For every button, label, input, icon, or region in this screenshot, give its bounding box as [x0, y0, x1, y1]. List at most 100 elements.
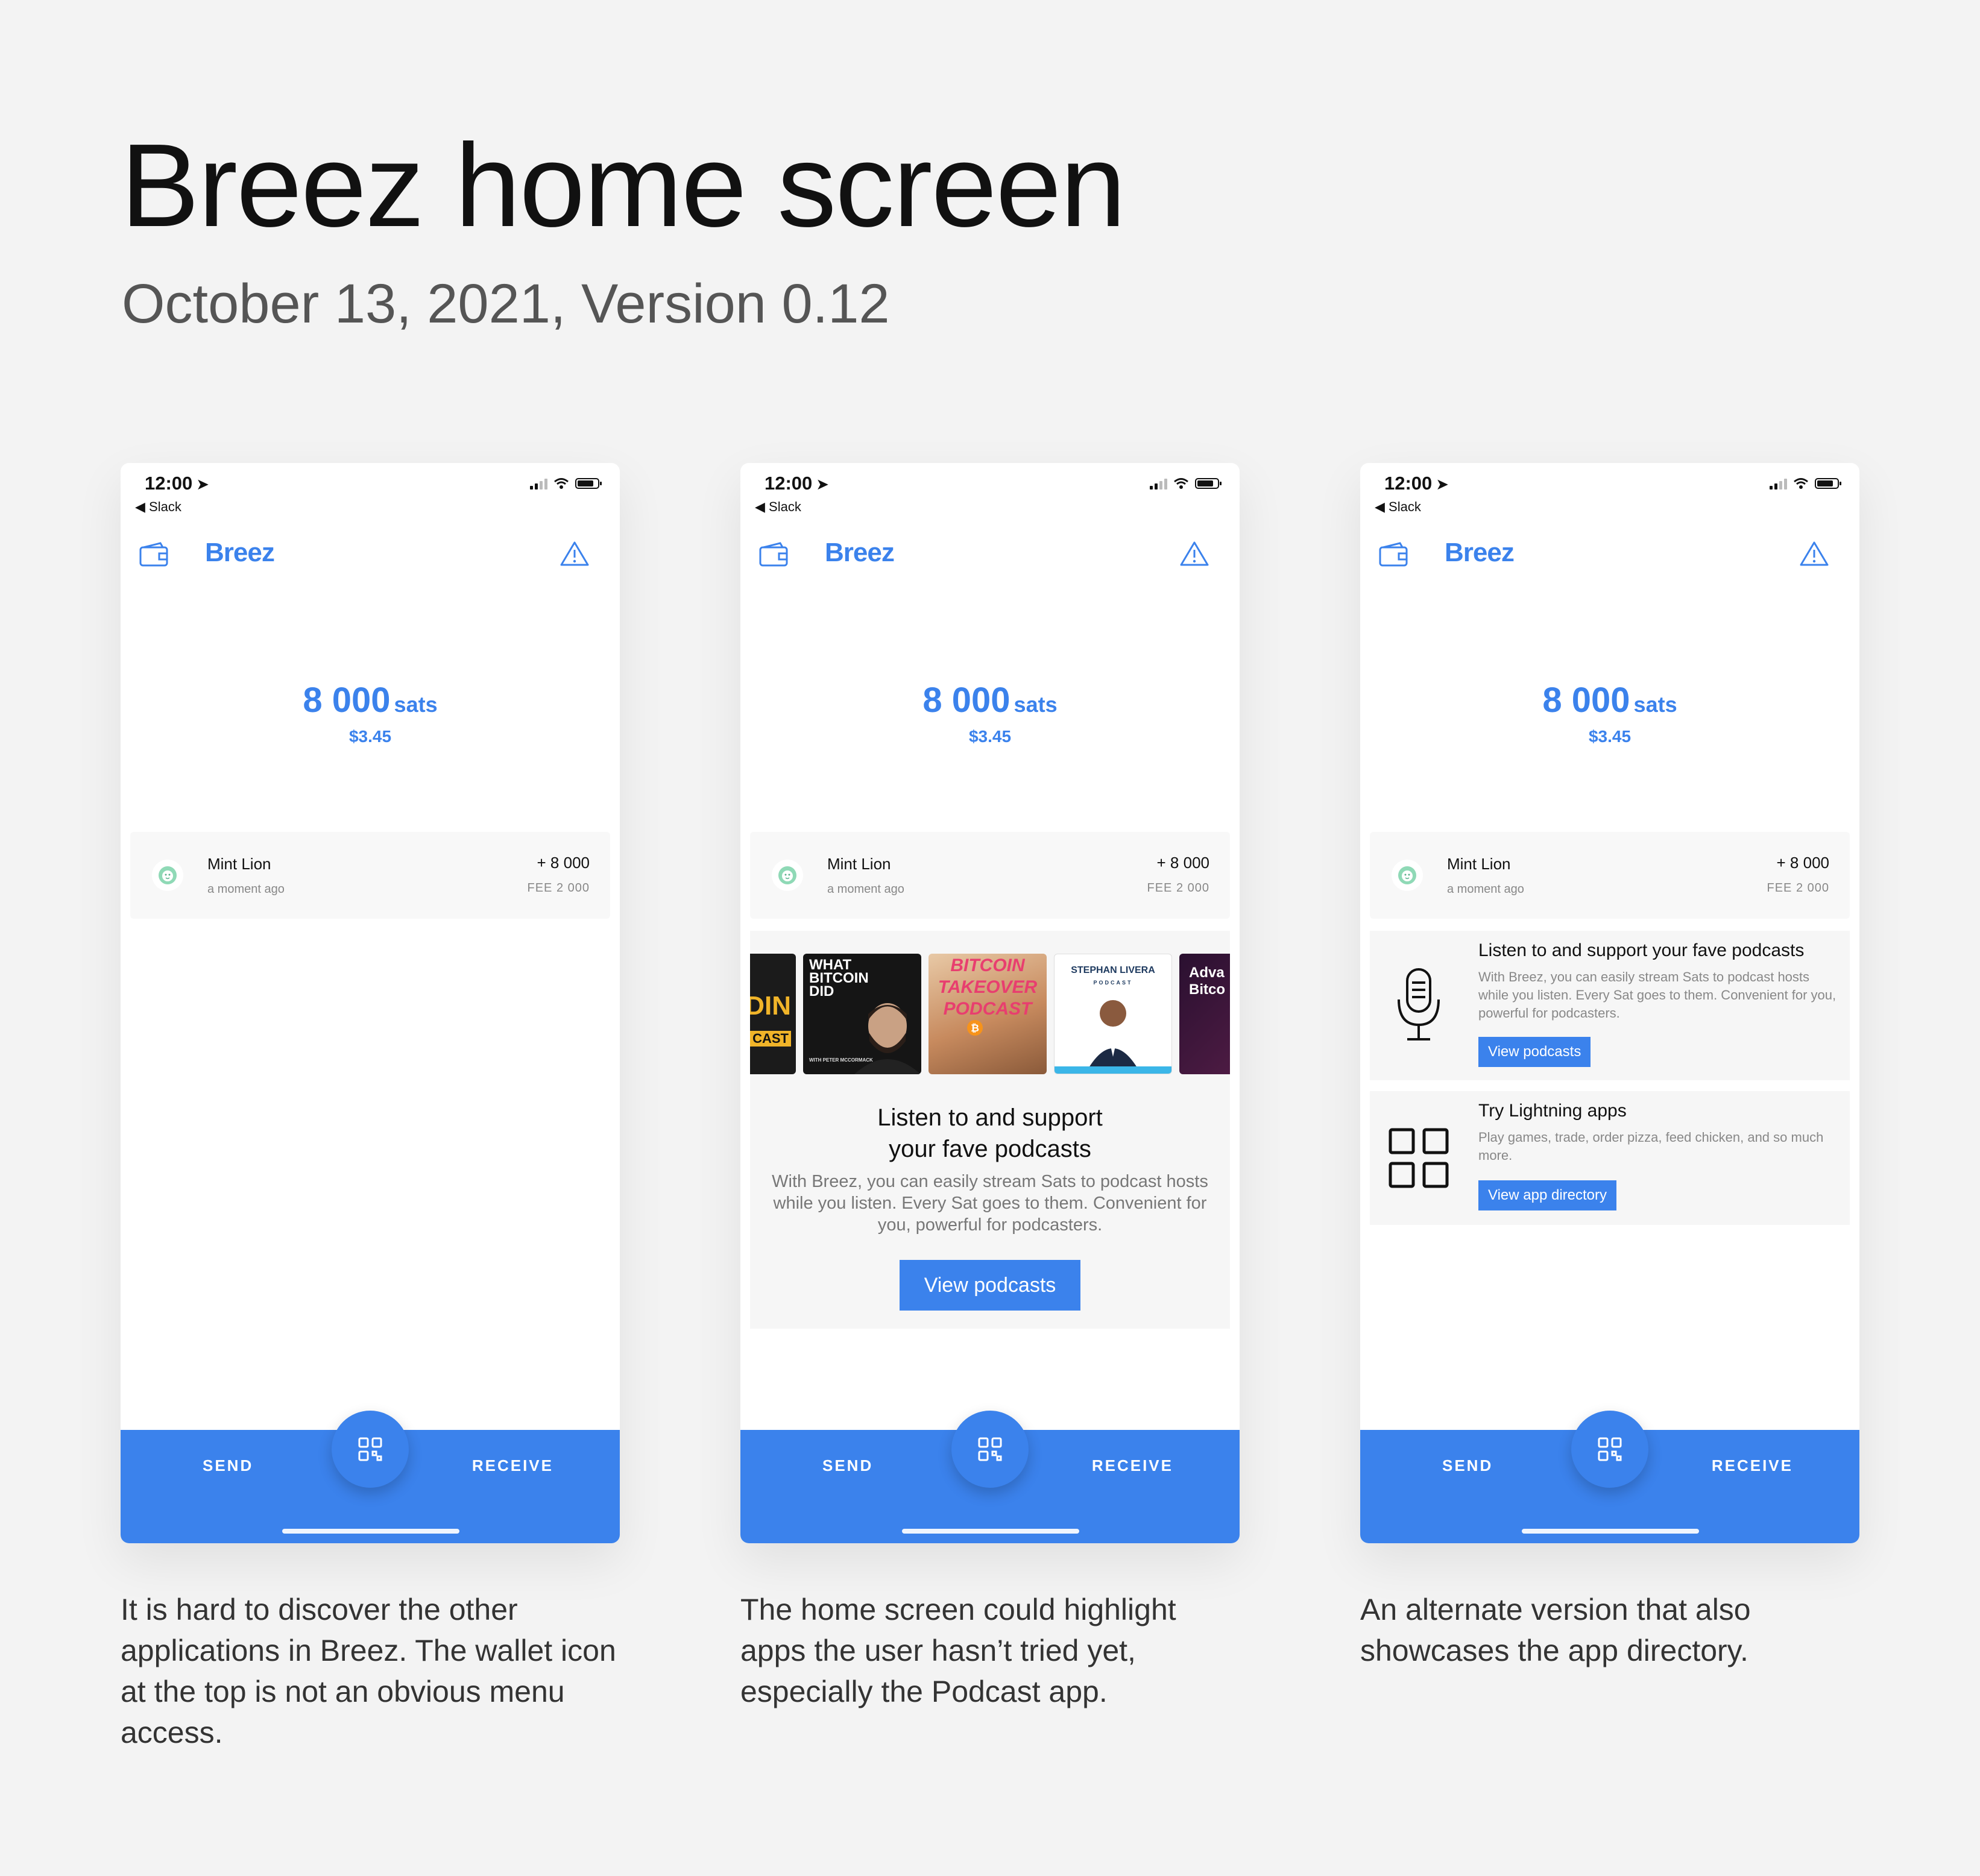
podcast-cover-carousel[interactable]: DIN CAST WHAT BITCOIN DID WITH PETER MCC… [750, 954, 1230, 1074]
app-grid-icon [1389, 1128, 1449, 1188]
phone-screen-app-directory: 12:00 ➤ ◀ Slack Breez 8 000 sats $3.45 Min… [1360, 463, 1859, 1543]
podcast-cover[interactable]: Adva Bitco [1179, 954, 1230, 1074]
promo-description: With Breez, you can easily stream Sats t… [772, 1172, 1208, 1235]
transaction-fee: FEE 2 000 [1767, 881, 1829, 895]
feature-description: With Breez, you can easily stream Sats t… [1478, 969, 1837, 1021]
wallet-icon[interactable] [1378, 541, 1410, 568]
battery-icon [1195, 478, 1222, 489]
podcast-cover[interactable]: DIN CAST [750, 954, 796, 1074]
battery-icon [575, 478, 602, 489]
wallet-icon[interactable] [758, 541, 790, 568]
lion-avatar-icon [152, 860, 183, 891]
home-indicator [282, 1529, 459, 1534]
transaction-fee: FEE 2 000 [527, 881, 590, 895]
transaction-time: a moment ago [207, 883, 285, 896]
transaction-row[interactable]: Mint Lion a moment ago + 8 000 FEE 2 000 [1370, 832, 1850, 919]
lion-avatar-icon [772, 860, 803, 891]
transaction-time: a moment ago [1447, 883, 1524, 896]
transaction-amount: + 8 000 [1156, 854, 1209, 872]
status-time: 12:00 ➤ [1384, 473, 1449, 494]
home-indicator [902, 1529, 1079, 1534]
view-app-directory-button[interactable]: View app directory [1478, 1180, 1616, 1210]
balance-unit: sats [394, 692, 438, 717]
warning-icon[interactable] [1799, 540, 1829, 567]
balance-fiat: $3.45 [968, 727, 1012, 746]
feature-title: Try Lightning apps [1478, 1101, 1627, 1121]
transaction-amount: + 8 000 [1776, 854, 1829, 872]
breez-logo: Breez [825, 538, 895, 567]
caption-current: It is hard to discover the other applica… [121, 1593, 616, 1749]
feature-title: Listen to and support your fave podcasts [1478, 940, 1805, 960]
qr-code-icon [978, 1437, 1002, 1461]
page-subtitle: October 13, 2021, Version 0.12 [122, 273, 890, 335]
transaction-name: Mint Lion [1447, 855, 1511, 873]
wifi-icon [1794, 478, 1808, 489]
scan-qr-button[interactable] [332, 1411, 409, 1488]
transaction-fee: FEE 2 000 [1147, 881, 1209, 895]
balance-amount: 8 000 [922, 681, 1010, 720]
signal-icon [1150, 477, 1167, 489]
transaction-row[interactable]: Mint Lion a moment ago + 8 000 FEE 2 000 [130, 832, 610, 919]
podcast-cover[interactable]: WHAT BITCOIN DID WITH PETER MCCORMACK [803, 954, 921, 1074]
view-podcasts-button[interactable]: View podcasts [1478, 1037, 1591, 1067]
receive-button[interactable]: RECEIVE [1712, 1456, 1793, 1475]
receive-button[interactable]: RECEIVE [1092, 1456, 1173, 1475]
balance-unit: sats [1633, 692, 1677, 717]
transaction-amount: + 8 000 [537, 854, 590, 872]
back-to-app-link[interactable]: ◀ Slack [1375, 499, 1421, 515]
home-indicator [1522, 1529, 1699, 1534]
signal-icon [530, 477, 547, 489]
caption-app-directory: An alternate version that also showcases… [1360, 1593, 1751, 1667]
balance: 8 000 sats [1360, 680, 1859, 720]
send-button[interactable]: SEND [203, 1456, 253, 1475]
status-time: 12:00 ➤ [765, 473, 830, 494]
phone-screen-current: 12:00 ➤ ◀ Slack Breez 8 000 sats $3.45 Min… [121, 463, 620, 1543]
status-icons [1770, 477, 1841, 489]
location-arrow-icon: ➤ [816, 475, 830, 493]
back-to-app-link[interactable]: ◀ Slack [755, 499, 801, 515]
balance-fiat: $3.45 [348, 727, 392, 746]
podcast-feature-card: Listen to and support your fave podcasts… [1370, 931, 1850, 1080]
back-to-app-link[interactable]: ◀ Slack [135, 499, 181, 515]
qr-code-icon [358, 1437, 382, 1461]
podcast-cover[interactable]: STEPHAN LIVERA PODCAST [1054, 954, 1172, 1074]
status-icons [1150, 477, 1222, 489]
transaction-row[interactable]: Mint Lion a moment ago + 8 000 FEE 2 000 [750, 832, 1230, 919]
wifi-icon [1174, 478, 1188, 489]
promo-title: Listen to and support your fave podcasts [877, 1104, 1103, 1162]
feature-description: Play games, trade, order pizza, feed chi… [1478, 1130, 1824, 1163]
battery-icon [1815, 478, 1841, 489]
wifi-icon [554, 478, 569, 489]
apps-feature-card: Try Lightning apps Play games, trade, or… [1370, 1091, 1850, 1225]
send-button[interactable]: SEND [1442, 1456, 1493, 1475]
view-podcasts-button[interactable]: View podcasts [900, 1260, 1080, 1311]
warning-icon[interactable] [1179, 540, 1209, 567]
microphone-icon [1398, 968, 1440, 1040]
scan-qr-button[interactable] [1571, 1411, 1648, 1488]
scan-qr-button[interactable] [951, 1411, 1029, 1488]
balance-amount: 8 000 [303, 681, 391, 720]
balance: 8 000 sats [121, 680, 620, 720]
balance-unit: sats [1014, 692, 1058, 717]
lion-avatar-icon [1392, 860, 1423, 891]
balance-fiat: $3.45 [1588, 727, 1632, 746]
status-icons [530, 477, 602, 489]
transaction-time: a moment ago [827, 883, 904, 896]
phone-screen-podcast-highlight: 12:00 ➤ ◀ Slack Breez 8 000 sats $3.45 Min… [740, 463, 1240, 1543]
transaction-name: Mint Lion [207, 855, 271, 873]
balance-amount: 8 000 [1542, 681, 1630, 720]
podcast-cover[interactable]: BITCOIN TAKEOVER PODCAST ₿ [929, 954, 1047, 1074]
signal-icon [1770, 477, 1787, 489]
svg-text:₿: ₿ [971, 1022, 979, 1034]
balance: 8 000 sats [740, 680, 1240, 720]
breez-logo: Breez [1445, 538, 1515, 567]
podcast-promo-card: DIN CAST WHAT BITCOIN DID WITH PETER MCC… [750, 931, 1230, 1329]
location-arrow-icon: ➤ [196, 475, 210, 493]
wallet-icon[interactable] [139, 541, 170, 568]
page-title: Breez home screen [121, 119, 1126, 251]
location-arrow-icon: ➤ [1436, 475, 1449, 493]
receive-button[interactable]: RECEIVE [472, 1456, 553, 1475]
breez-logo: Breez [205, 538, 275, 567]
send-button[interactable]: SEND [822, 1456, 873, 1475]
warning-icon[interactable] [560, 540, 590, 567]
